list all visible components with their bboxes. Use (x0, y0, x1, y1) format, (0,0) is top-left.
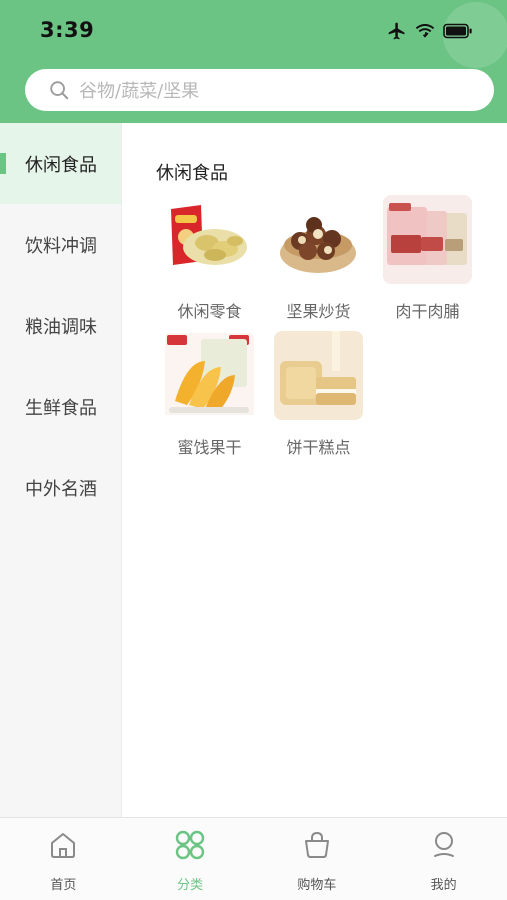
subcategory-grid: 休闲零食 坚果炒货 肉干肉脯 蜜饯果干 饼干糕点 (155, 195, 485, 458)
sidebar-item-label: 生鲜食品 (25, 397, 97, 419)
subcategory-label: 坚果炒货 (286, 302, 351, 321)
subcategory-item[interactable]: 坚果炒货 (264, 195, 373, 322)
subcategory-label: 肉干肉脯 (395, 302, 460, 321)
status-time: 3:39 (40, 18, 95, 42)
jerky-packs-image (383, 195, 472, 284)
home-icon (47, 829, 79, 861)
tab-home[interactable]: 首页 (0, 818, 127, 900)
status-icons (387, 20, 473, 42)
section-title: 休闲食品 (156, 163, 228, 184)
tab-cart[interactable]: 购物车 (254, 818, 381, 900)
tab-category[interactable]: 分类 (127, 818, 254, 900)
subcategory-item[interactable]: 饼干糕点 (264, 331, 373, 458)
profile-icon (428, 829, 460, 861)
sidebar-item-label: 粮油调味 (25, 316, 97, 338)
subcategory-item[interactable]: 肉干肉脯 (373, 195, 482, 322)
airplane-icon (387, 21, 407, 41)
sidebar-item-liquor[interactable]: 中外名酒 (0, 447, 121, 528)
wifi-icon (415, 22, 435, 40)
tab-label: 首页 (50, 878, 77, 893)
subcategory-label: 蜜饯果干 (177, 438, 242, 457)
cart-icon (301, 829, 333, 861)
bottom-tab-bar: 首页 分类 购物车 我的 (0, 817, 507, 900)
sidebar-item-label: 中外名酒 (25, 478, 97, 500)
category-content: 休闲食品 休闲零食 坚果炒货 肉干肉脯 蜜饯果干 饼干糕点 (123, 123, 507, 817)
macadamia-nuts-image (274, 195, 363, 284)
subcategory-label: 饼干糕点 (286, 438, 351, 457)
sidebar-item-fresh-food[interactable]: 生鲜食品 (0, 366, 121, 447)
subcategory-item[interactable]: 蜜饯果干 (155, 331, 264, 458)
tab-label: 分类 (177, 878, 204, 893)
tab-profile[interactable]: 我的 (380, 818, 507, 900)
category-icon (174, 829, 206, 861)
potato-chips-image (165, 195, 254, 284)
search-icon (47, 78, 71, 102)
header: 3:39 谷物/蔬菜/坚果 (0, 0, 507, 123)
search-input[interactable]: 谷物/蔬菜/坚果 (25, 69, 494, 111)
sidebar-item-snacks[interactable]: 休闲食品 (0, 123, 121, 204)
dried-mango-image (165, 331, 254, 420)
sidebar-item-label: 饮料冲调 (25, 235, 97, 257)
subcategory-item[interactable]: 休闲零食 (155, 195, 264, 322)
sidebar-item-beverages[interactable]: 饮料冲调 (0, 204, 121, 285)
tab-label: 我的 (430, 878, 457, 893)
cream-biscuits-image (274, 331, 363, 420)
sidebar-item-label: 休闲食品 (25, 154, 97, 176)
status-bar: 3:39 (0, 0, 507, 62)
search-placeholder: 谷物/蔬菜/坚果 (79, 81, 200, 102)
sidebar-item-grain-oil[interactable]: 粮油调味 (0, 285, 121, 366)
tab-label: 购物车 (297, 878, 337, 893)
subcategory-label: 休闲零食 (177, 302, 242, 321)
battery-icon (443, 23, 473, 39)
category-sidebar: 休闲食品 饮料冲调 粮油调味 生鲜食品 中外名酒 (0, 123, 122, 817)
